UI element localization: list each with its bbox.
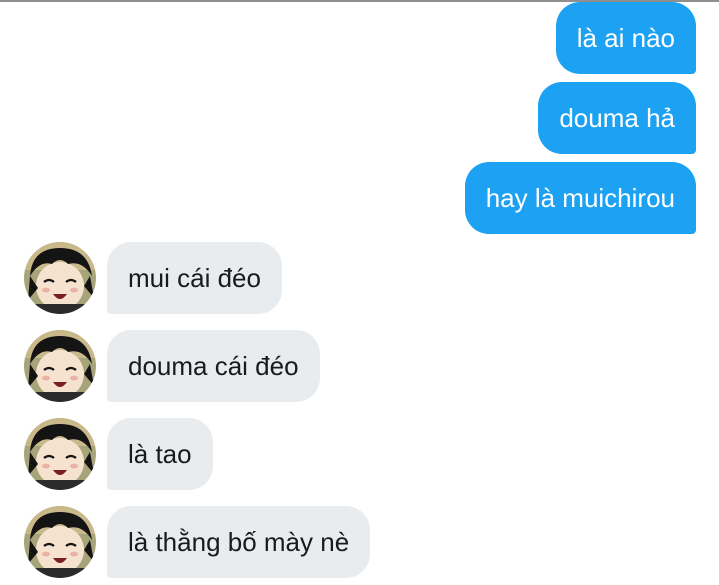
avatar[interactable] (24, 242, 96, 314)
sent-message-bubble[interactable]: douma hả (538, 82, 696, 154)
anime-character-avatar-icon (24, 242, 96, 314)
message-row-sent: hay là muichirou (0, 162, 719, 234)
received-message-bubble[interactable]: douma cái đéo (107, 330, 320, 402)
anime-character-avatar-icon (24, 418, 96, 490)
message-row-received: là thằng bố mày nè (0, 506, 719, 578)
message-row-received: là tao (0, 418, 719, 490)
message-text: là tao (128, 439, 192, 469)
message-text: hay là muichirou (485, 183, 675, 213)
message-text: là ai nào (576, 23, 675, 53)
received-message-bubble[interactable]: mui cái đéo (107, 242, 282, 314)
message-row-received: mui cái đéo (0, 242, 719, 314)
message-text: douma hả (559, 103, 675, 133)
anime-character-avatar-icon (24, 330, 96, 402)
sent-message-bubble[interactable]: hay là muichirou (464, 162, 696, 234)
avatar[interactable] (24, 330, 96, 402)
message-text: mui cái đéo (128, 263, 261, 293)
received-message-bubble[interactable]: là tao (107, 418, 213, 490)
sent-message-bubble[interactable]: là ai nào (555, 2, 696, 74)
message-text: là thằng bố mày nè (128, 527, 350, 557)
anime-character-avatar-icon (24, 506, 96, 578)
message-thread[interactable]: là ai nào douma hả hay là muichirou mui … (0, 0, 719, 585)
message-row-received: douma cái đéo (0, 330, 719, 402)
message-row-sent: douma hả (0, 82, 719, 154)
message-text: douma cái đéo (128, 351, 299, 381)
avatar[interactable] (24, 418, 96, 490)
received-message-bubble[interactable]: là thằng bố mày nè (107, 506, 371, 578)
avatar[interactable] (24, 506, 96, 578)
message-row-sent: là ai nào (0, 2, 719, 74)
